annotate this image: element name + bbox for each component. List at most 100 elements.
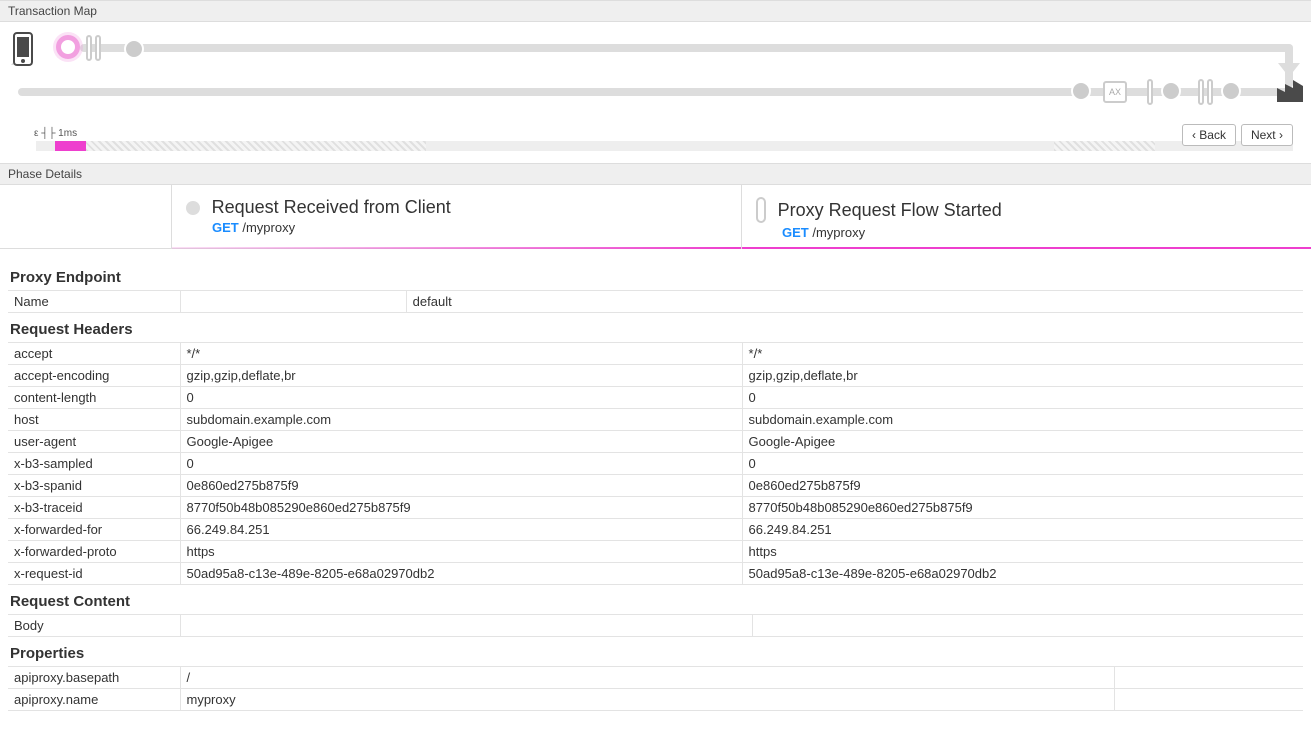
table-row: x-request-id50ad95a8-c13e-489e-8205-e68a… (8, 563, 1303, 585)
back-button[interactable]: ‹ Back (1182, 124, 1236, 146)
row-key: x-forwarded-for (8, 519, 180, 541)
bars-icon (756, 197, 766, 223)
phase-title: Request Received from Client (212, 197, 451, 218)
table-properties: apiproxy.basepath/apiproxy.namemyproxy (8, 666, 1303, 711)
table-row: x-b3-spanid0e860ed275b875f90e860ed275b87… (8, 475, 1303, 497)
row-value: 0e860ed275b875f9 (180, 475, 742, 497)
phase-underline (742, 247, 1311, 249)
row-key: host (8, 409, 180, 431)
group-request-headers: Request Headers (8, 313, 1303, 342)
row-key: accept (8, 343, 180, 365)
phase-details-header: Phase Details (0, 163, 1311, 185)
row-key: x-b3-traceid (8, 497, 180, 519)
row-value (1115, 667, 1303, 689)
row-value: 50ad95a8-c13e-489e-8205-e68a02970db2 (180, 563, 742, 585)
phase-columns: Request Received from Client GET /myprox… (0, 185, 1311, 249)
row-value: https (180, 541, 742, 563)
group-properties: Properties (8, 637, 1303, 666)
row-value: myproxy (180, 689, 1115, 711)
row-value: / (180, 667, 1115, 689)
table-row: x-forwarded-for66.249.84.25166.249.84.25… (8, 519, 1303, 541)
table-row: x-b3-traceid8770f50b48b085290e860ed275b8… (8, 497, 1303, 519)
row-key: x-b3-spanid (8, 475, 180, 497)
table-row: content-length00 (8, 387, 1303, 409)
row-key: Name (8, 291, 180, 313)
row-value: 0 (180, 453, 742, 475)
table-row: apiproxy.basepath/ (8, 667, 1303, 689)
row-value: */* (742, 343, 1303, 365)
phase-card-request-received[interactable]: Request Received from Client GET /myprox… (172, 185, 742, 248)
flow-node-bars-a[interactable] (1147, 79, 1153, 105)
timeline-segment-hatch-b (1054, 141, 1155, 151)
timeline-segment-hatch-a (86, 141, 425, 151)
row-key: apiproxy.name (8, 689, 180, 711)
table-row: hostsubdomain.example.comsubdomain.examp… (8, 409, 1303, 431)
row-value: subdomain.example.com (180, 409, 742, 431)
timeline-label: ε ┤├ 1ms (34, 128, 1293, 139)
row-value: 8770f50b48b085290e860ed275b875f9 (180, 497, 742, 519)
row-key: content-length (8, 387, 180, 409)
row-value: 66.249.84.251 (742, 519, 1303, 541)
flow-node-step[interactable] (124, 39, 144, 59)
row-value: default (406, 291, 1303, 313)
details-area: Proxy Endpoint Name default Request Heade… (0, 249, 1311, 731)
row-value: subdomain.example.com (742, 409, 1303, 431)
row-key: user-agent (8, 431, 180, 453)
group-request-content: Request Content (8, 585, 1303, 614)
flow-node-circle-b[interactable] (1161, 81, 1181, 101)
table-row: x-forwarded-protohttpshttps (8, 541, 1303, 563)
phase-card-proxy-flow-started[interactable]: Proxy Request Flow Started GET /myproxy (742, 185, 1311, 248)
row-key: x-request-id (8, 563, 180, 585)
table-row: accept-encodinggzip,gzip,deflate,brgzip,… (8, 365, 1303, 387)
next-button[interactable]: Next › (1241, 124, 1293, 146)
table-row: Name default (8, 291, 1303, 313)
phase-underline (172, 247, 741, 249)
flow-node-ax[interactable]: AX (1103, 81, 1127, 103)
table-row: accept*/**/* (8, 343, 1303, 365)
http-method: GET (782, 225, 809, 240)
target-backend-icon[interactable] (1275, 78, 1305, 104)
row-key: Body (8, 615, 180, 637)
row-value: 50ad95a8-c13e-489e-8205-e68a02970db2 (742, 563, 1303, 585)
group-proxy-endpoint: Proxy Endpoint (8, 261, 1303, 290)
row-value: 0 (180, 387, 742, 409)
transaction-map-header: Transaction Map (0, 0, 1311, 22)
flow-bottom-line (18, 88, 1293, 96)
table-proxy-endpoint: Name default (8, 290, 1303, 313)
arrow-down-icon (1278, 63, 1300, 77)
table-row: x-b3-sampled00 (8, 453, 1303, 475)
timeline-track[interactable] (36, 141, 1293, 151)
next-button-label: Next (1251, 128, 1276, 142)
table-row: apiproxy.namemyproxy (8, 689, 1303, 711)
timeline: ε ┤├ 1ms ‹ Back Next › (0, 122, 1311, 153)
row-key: x-b3-sampled (8, 453, 180, 475)
table-request-headers: accept*/**/*accept-encodinggzip,gzip,def… (8, 342, 1303, 585)
row-value (180, 291, 406, 313)
flow-node-request-received[interactable] (56, 35, 80, 59)
row-value: 0e860ed275b875f9 (742, 475, 1303, 497)
table-row: user-agentGoogle-ApigeeGoogle-Apigee (8, 431, 1303, 453)
row-key: accept-encoding (8, 365, 180, 387)
circle-icon (186, 201, 200, 215)
client-device-icon[interactable] (12, 32, 34, 66)
row-value: gzip,gzip,deflate,br (742, 365, 1303, 387)
http-method: GET (212, 220, 239, 235)
row-value: */* (180, 343, 742, 365)
back-button-label: Back (1199, 128, 1226, 142)
row-value: 0 (742, 453, 1303, 475)
row-key: x-forwarded-proto (8, 541, 180, 563)
phase-title: Proxy Request Flow Started (778, 200, 1002, 221)
flow-node-proxy-request[interactable] (86, 35, 101, 61)
table-row: Body (8, 615, 1303, 637)
row-value (180, 615, 753, 637)
flow-top-line (80, 44, 1293, 52)
row-value: https (742, 541, 1303, 563)
flow-node-response-step[interactable] (1071, 81, 1091, 101)
flow-node-bars-b[interactable] (1198, 79, 1213, 105)
transaction-map: AX (0, 22, 1311, 122)
row-value: 8770f50b48b085290e860ed275b875f9 (742, 497, 1303, 519)
flow-node-circle-c[interactable] (1221, 81, 1241, 101)
table-request-content: Body (8, 614, 1303, 637)
row-key: apiproxy.basepath (8, 667, 180, 689)
row-value: 66.249.84.251 (180, 519, 742, 541)
